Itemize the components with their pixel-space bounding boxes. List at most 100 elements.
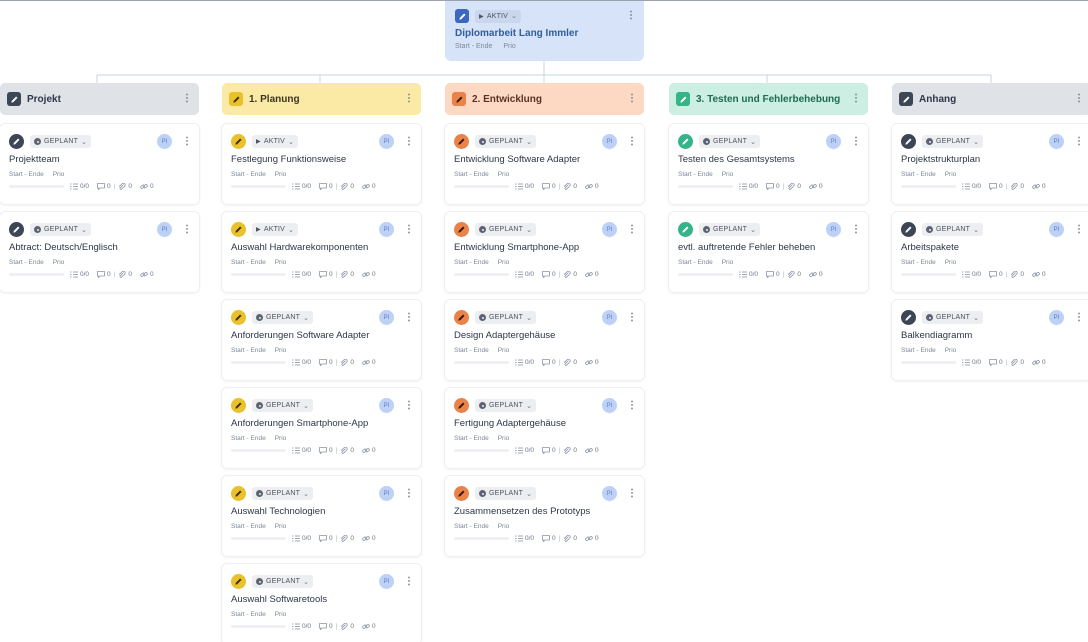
prio-label[interactable]: Prio bbox=[53, 171, 65, 178]
checklist-count[interactable]: 0/0 bbox=[70, 271, 89, 278]
checklist-count[interactable]: 0/0 bbox=[515, 359, 534, 366]
more-options-icon[interactable]: ⋮ bbox=[1074, 94, 1084, 104]
pencil-icon[interactable] bbox=[454, 222, 469, 237]
avatar[interactable]: PI bbox=[602, 222, 617, 237]
more-options-icon[interactable]: ⋮ bbox=[404, 136, 414, 147]
pencil-icon[interactable] bbox=[899, 92, 913, 106]
task-title[interactable]: Arbeitspakete bbox=[901, 242, 1082, 253]
pencil-icon[interactable] bbox=[9, 134, 24, 149]
prio-label[interactable]: Prio bbox=[945, 347, 957, 354]
start-end-label[interactable]: Start - Ende bbox=[901, 259, 936, 266]
checklist-count[interactable]: 0/0 bbox=[739, 183, 758, 190]
task-card[interactable]: GEPLANT ⌄ PI ⋮ Projektstrukturplan Start - En… bbox=[892, 124, 1088, 204]
checklist-count[interactable]: 0/0 bbox=[292, 183, 311, 190]
more-options-icon[interactable]: ⋮ bbox=[404, 224, 414, 235]
more-options-icon[interactable]: ⋮ bbox=[626, 11, 636, 21]
attachment-count[interactable]: | 0 bbox=[114, 183, 132, 190]
pencil-icon[interactable] bbox=[231, 486, 246, 501]
more-options-icon[interactable]: ⋮ bbox=[404, 94, 414, 104]
attachment-count[interactable]: | 0 bbox=[559, 447, 577, 454]
avatar[interactable]: PI bbox=[602, 134, 617, 149]
status-dropdown[interactable]: ▶ AKTIV ⌄ bbox=[475, 9, 522, 23]
start-end-label[interactable]: Start - Ende bbox=[231, 171, 266, 178]
checklist-count[interactable]: 0/0 bbox=[962, 183, 981, 190]
link-count[interactable]: 0 bbox=[1032, 183, 1046, 190]
status-dropdown[interactable]: GEPLANT ⌄ bbox=[252, 575, 314, 588]
link-count[interactable]: 0 bbox=[585, 359, 599, 366]
start-end-label[interactable]: Start - Ende bbox=[678, 171, 713, 178]
prio-label[interactable]: Prio bbox=[498, 523, 510, 530]
comment-count[interactable]: 0 bbox=[542, 359, 556, 366]
start-end-label[interactable]: Start - Ende bbox=[9, 259, 44, 266]
start-end-label[interactable]: Start - Ende bbox=[454, 435, 489, 442]
prio-label[interactable]: Prio bbox=[275, 171, 287, 178]
prio-label[interactable]: Prio bbox=[498, 171, 510, 178]
task-card[interactable]: ▶ AKTIV ⌄ PI ⋮ Auswahl Hardwarekomponenten Sta… bbox=[222, 212, 421, 292]
pencil-icon[interactable] bbox=[454, 398, 469, 413]
task-card[interactable]: GEPLANT ⌄ PI ⋮ Entwicklung Software Adapter S… bbox=[445, 124, 644, 204]
task-card[interactable]: GEPLANT ⌄ PI ⋮ Arbeitspakete Start - Ende Prio… bbox=[892, 212, 1088, 292]
task-title[interactable]: Design Adaptergehäuse bbox=[454, 330, 635, 341]
more-options-icon[interactable]: ⋮ bbox=[404, 312, 414, 323]
status-dropdown[interactable]: GEPLANT ⌄ bbox=[699, 135, 761, 148]
avatar[interactable]: PI bbox=[826, 134, 841, 149]
start-end-label[interactable]: Start - Ende bbox=[231, 259, 266, 266]
status-dropdown[interactable]: GEPLANT ⌄ bbox=[475, 135, 537, 148]
comment-count[interactable]: 0 bbox=[319, 183, 333, 190]
link-count[interactable]: 0 bbox=[362, 183, 376, 190]
task-title[interactable]: Abtract: Deutsch/Englisch bbox=[9, 242, 190, 253]
avatar[interactable]: PI bbox=[157, 222, 172, 237]
pencil-icon[interactable] bbox=[901, 310, 916, 325]
avatar[interactable]: PI bbox=[602, 486, 617, 501]
status-dropdown[interactable]: GEPLANT ⌄ bbox=[475, 399, 537, 412]
comment-count[interactable]: 0 bbox=[542, 271, 556, 278]
comment-count[interactable]: 0 bbox=[989, 183, 1003, 190]
start-end-label[interactable]: Start - Ende bbox=[231, 611, 266, 618]
link-count[interactable]: 0 bbox=[362, 359, 376, 366]
link-count[interactable]: 0 bbox=[140, 183, 154, 190]
more-options-icon[interactable]: ⋮ bbox=[1074, 312, 1084, 323]
column-header[interactable]: 2. Entwicklung ⋮ bbox=[445, 83, 644, 115]
task-card[interactable]: GEPLANT ⌄ PI ⋮ Auswahl Technologien Start - E… bbox=[222, 476, 421, 556]
attachment-count[interactable]: | 0 bbox=[559, 359, 577, 366]
start-end-label[interactable]: Start - Ende bbox=[9, 171, 44, 178]
attachment-count[interactable]: | 0 bbox=[114, 271, 132, 278]
avatar[interactable]: PI bbox=[1049, 134, 1064, 149]
task-card[interactable]: GEPLANT ⌄ PI ⋮ Balkendiagramm Start - Ende Pri… bbox=[892, 300, 1088, 380]
avatar[interactable]: PI bbox=[379, 574, 394, 589]
pencil-icon[interactable] bbox=[231, 222, 246, 237]
pencil-icon[interactable] bbox=[678, 222, 693, 237]
pencil-icon[interactable] bbox=[229, 92, 243, 106]
prio-label[interactable]: Prio bbox=[722, 259, 734, 266]
start-end-label[interactable]: Start - Ende bbox=[231, 347, 266, 354]
checklist-count[interactable]: 0/0 bbox=[292, 359, 311, 366]
status-dropdown[interactable]: GEPLANT ⌄ bbox=[252, 399, 314, 412]
pencil-icon[interactable] bbox=[678, 134, 693, 149]
more-options-icon[interactable]: ⋮ bbox=[182, 224, 192, 235]
comment-count[interactable]: 0 bbox=[319, 271, 333, 278]
checklist-count[interactable]: 0/0 bbox=[962, 359, 981, 366]
checklist-count[interactable]: 0/0 bbox=[515, 271, 534, 278]
more-options-icon[interactable]: ⋮ bbox=[627, 224, 637, 235]
comment-count[interactable]: 0 bbox=[542, 183, 556, 190]
more-options-icon[interactable]: ⋮ bbox=[851, 136, 861, 147]
prio-label[interactable]: Prio bbox=[53, 259, 65, 266]
checklist-count[interactable]: 0/0 bbox=[739, 271, 758, 278]
task-title[interactable]: Balkendiagramm bbox=[901, 330, 1082, 341]
task-card[interactable]: GEPLANT ⌄ PI ⋮ Zusammensetzen des Prototyps S… bbox=[445, 476, 644, 556]
start-end-label[interactable]: Start - Ende bbox=[455, 43, 492, 50]
attachment-count[interactable]: | 0 bbox=[336, 183, 354, 190]
comment-count[interactable]: 0 bbox=[97, 271, 111, 278]
task-title[interactable]: Projektteam bbox=[9, 154, 190, 165]
column-header[interactable]: Anhang ⋮ bbox=[892, 83, 1088, 115]
pencil-icon[interactable] bbox=[9, 222, 24, 237]
start-end-label[interactable]: Start - Ende bbox=[454, 347, 489, 354]
prio-label[interactable]: Prio bbox=[722, 171, 734, 178]
task-card[interactable]: GEPLANT ⌄ PI ⋮ Design Adaptergehäuse Start - … bbox=[445, 300, 644, 380]
status-dropdown[interactable]: GEPLANT ⌄ bbox=[922, 311, 984, 324]
prio-label[interactable]: Prio bbox=[498, 347, 510, 354]
root-title[interactable]: Diplomarbeit Lang Immler bbox=[455, 28, 634, 39]
task-card[interactable]: GEPLANT ⌄ PI ⋮ Auswahl Softwaretools Start - … bbox=[222, 564, 421, 642]
start-end-label[interactable]: Start - Ende bbox=[231, 523, 266, 530]
avatar[interactable]: PI bbox=[602, 310, 617, 325]
